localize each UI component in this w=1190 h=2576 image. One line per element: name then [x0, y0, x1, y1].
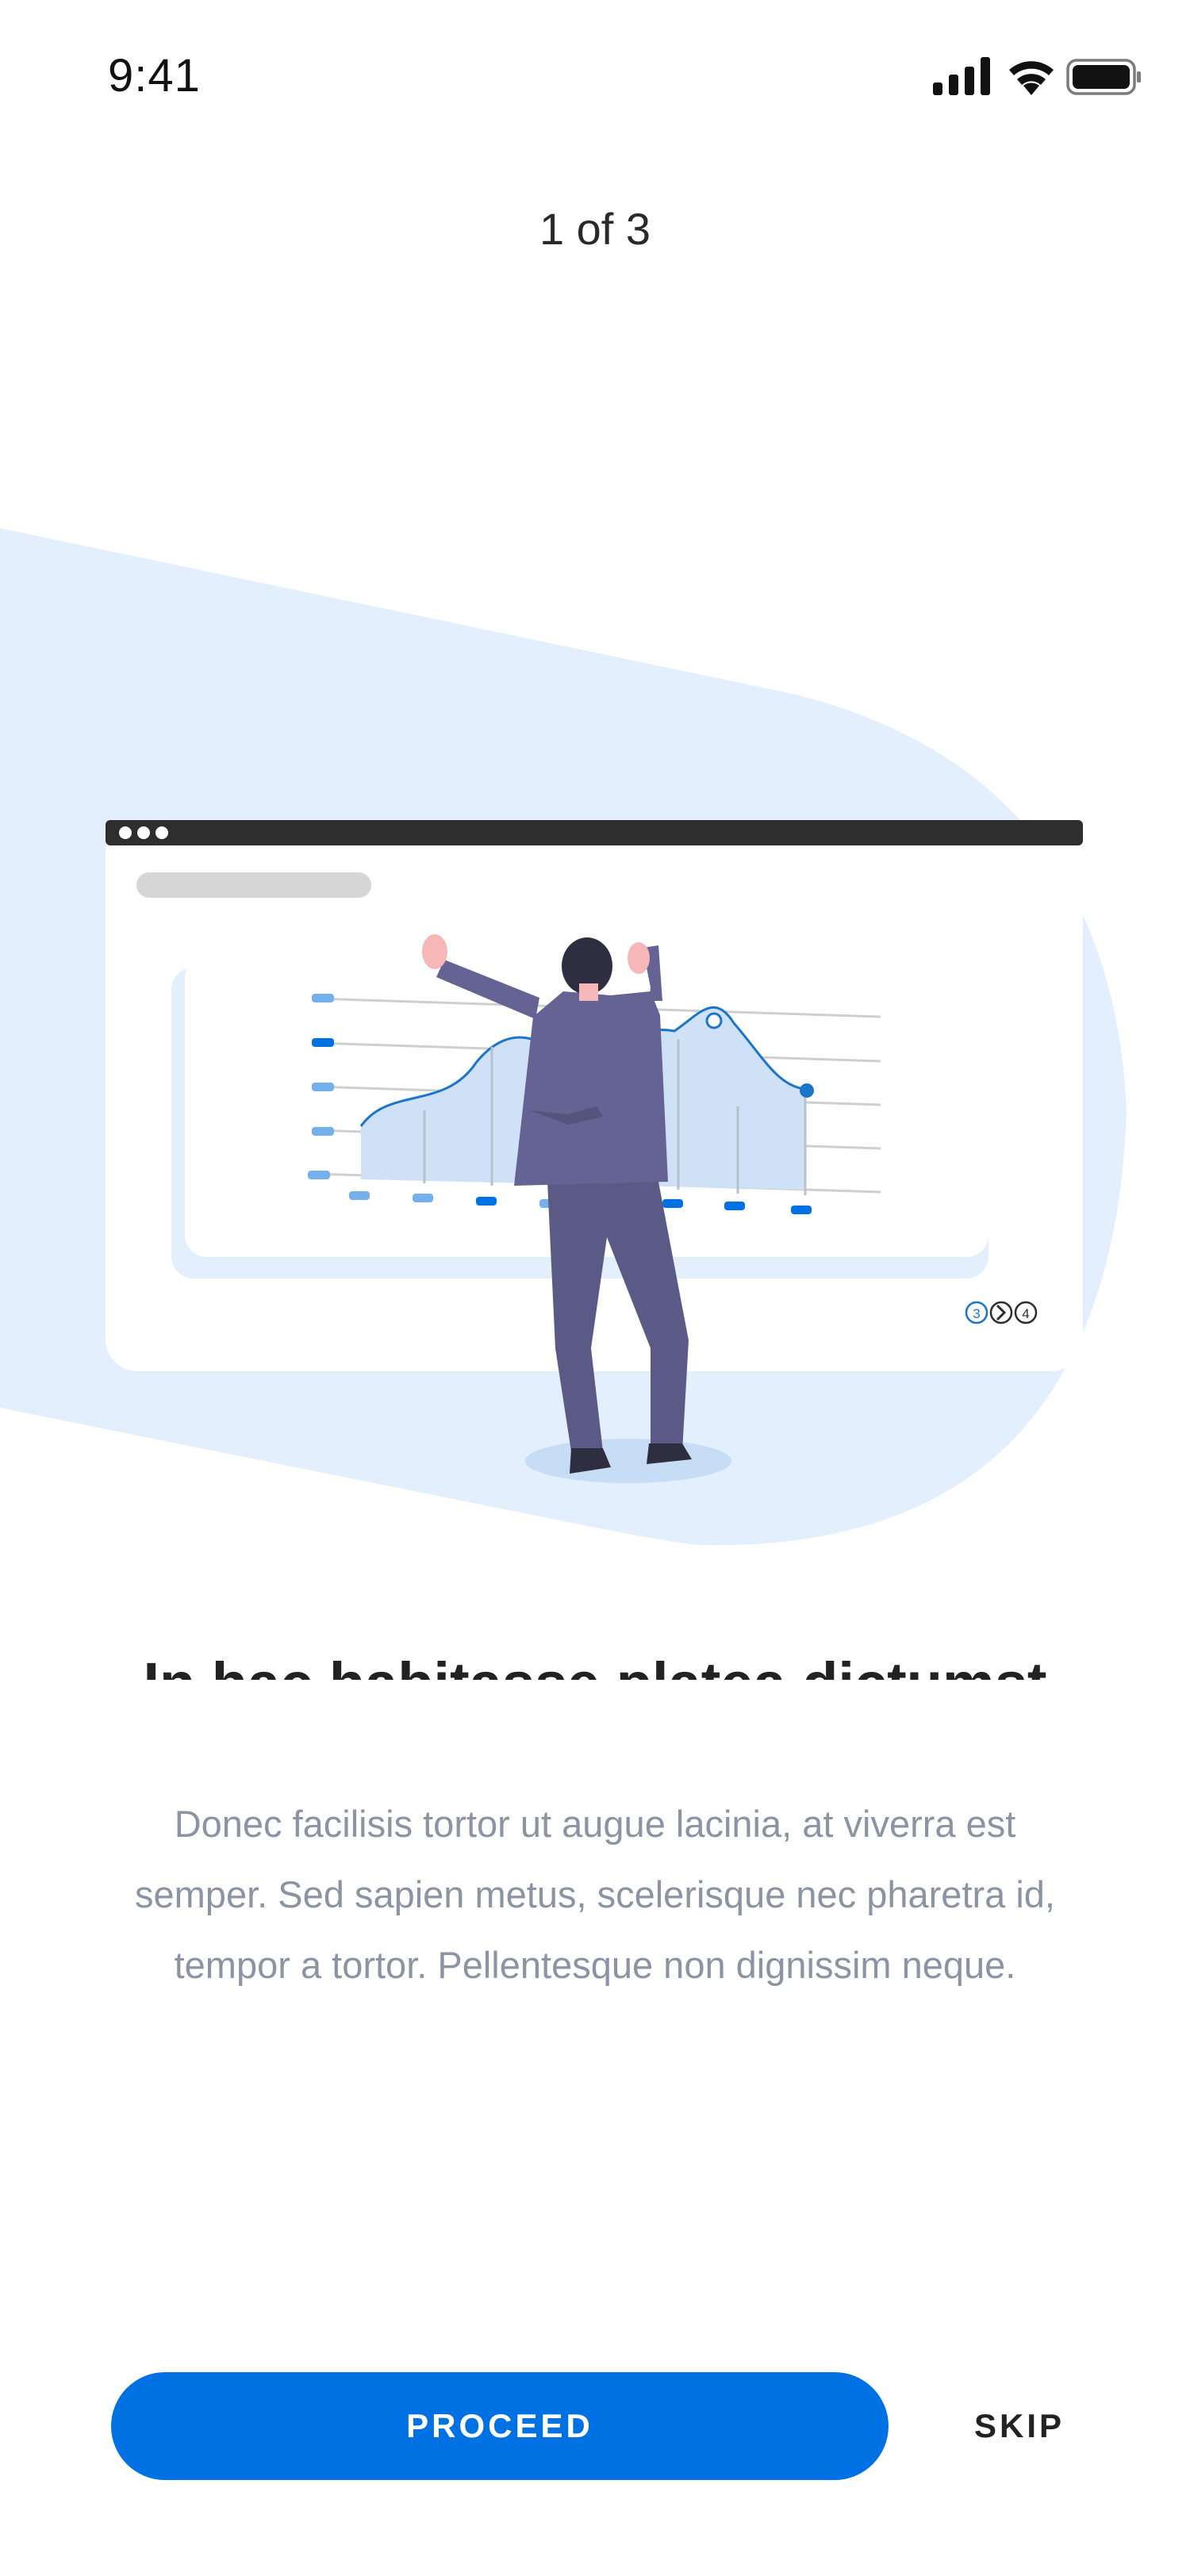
browser-bar [106, 820, 1083, 845]
battery-icon [1066, 59, 1141, 95]
skip-button[interactable]: SKIP [936, 2372, 1103, 2480]
page-counter: 1 of 3 [539, 204, 651, 254]
signal-icon [933, 57, 990, 95]
mini-page-4: 4 [1022, 1306, 1029, 1321]
headline-container: In hac habitasse platea dictumst [0, 1626, 1190, 1680]
body-text: Donec facilisis tortor ut augue lacinia,… [135, 1803, 1055, 1986]
mini-page-3: 3 [973, 1306, 980, 1321]
status-icons [933, 57, 1141, 95]
headline: In hac habitasse platea dictumst [0, 1650, 1190, 1680]
wifi-icon [1009, 61, 1054, 95]
person-analyzing-chart-illustration: 3 4 [0, 528, 1127, 1546]
status-time: 9:41 [108, 50, 201, 102]
proceed-button[interactable]: PROCEED [111, 2372, 889, 2480]
address-bar [136, 872, 371, 898]
